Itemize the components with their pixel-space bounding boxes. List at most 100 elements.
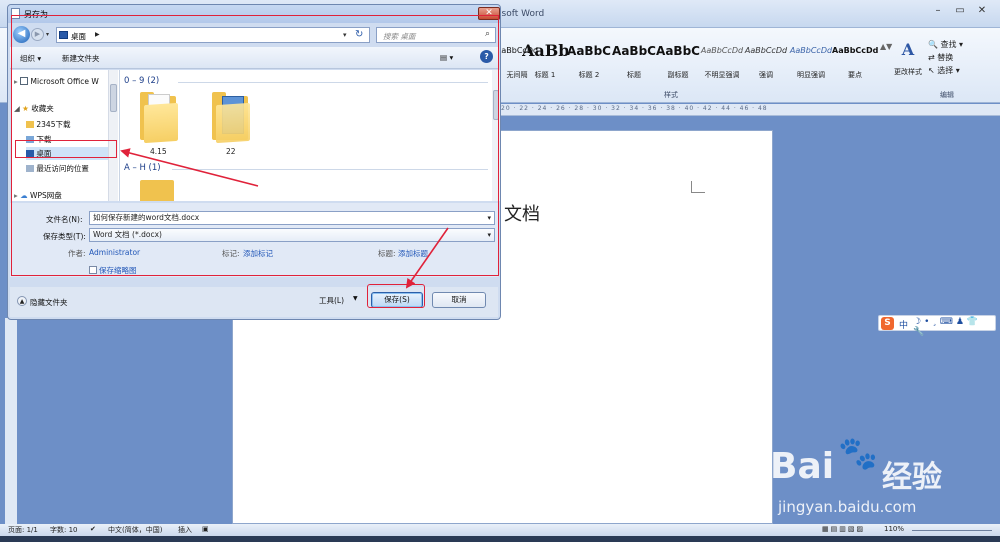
address-bar[interactable]: 桌面 ▶ ▾ ↻ — [56, 27, 370, 43]
breadcrumb-arrow-icon[interactable]: ▶ — [95, 31, 100, 38]
dialog-app-icon — [11, 8, 20, 19]
style-preview: AaBb — [522, 41, 568, 60]
add-title-link[interactable]: 添加标题 — [398, 248, 428, 259]
minimize-icon[interactable]: – — [928, 4, 948, 18]
office-icon — [20, 77, 29, 85]
proofing-icon[interactable]: ✔ — [90, 525, 96, 533]
nav-item-favorites[interactable]: ◢ ★ 收藏夹 — [12, 102, 112, 115]
status-page[interactable]: 页面: 1/1 — [8, 525, 38, 535]
forward-icon[interactable]: ▶ — [31, 28, 44, 41]
nav-item-wps[interactable]: ▸ ☁ WPS网盘 — [12, 189, 112, 202]
watermark-url: jingyan.baidu.com — [778, 498, 917, 516]
history-chevron-icon[interactable]: ▾ — [46, 31, 49, 38]
thumbnail-checkbox[interactable] — [89, 266, 97, 274]
filetype-label: 保存类型(T): — [43, 232, 86, 241]
group-divider — [172, 169, 488, 170]
status-zoom[interactable]: 110% — [884, 525, 904, 533]
scroll-thumb[interactable] — [110, 84, 117, 112]
filename-dropdown-icon[interactable]: ▾ — [487, 212, 491, 224]
style-strong[interactable]: AaBbCcDd 要点 — [832, 40, 878, 82]
folder-icon[interactable] — [210, 90, 252, 144]
ime-mode[interactable]: 中 — [899, 318, 908, 331]
status-words[interactable]: 字数: 10 — [50, 525, 78, 535]
style-subtle-emphasis[interactable]: AaBbCcDd 不明显强调 — [699, 40, 745, 82]
change-styles-icon: A — [901, 40, 915, 59]
file-list-scrollbar[interactable] — [492, 70, 500, 201]
nav-item-desktop[interactable]: 桌面 — [26, 147, 112, 160]
back-icon[interactable]: ◀ — [13, 26, 30, 43]
style-preview: AaBbCcDd — [832, 46, 878, 55]
filetype-dropdown-icon[interactable]: ▾ — [487, 229, 491, 241]
style-heading-2[interactable]: AaBbC 标题 2 — [566, 40, 612, 82]
collapse-icon[interactable]: ◢ — [14, 104, 20, 113]
zoom-slider[interactable] — [912, 530, 992, 531]
status-insert[interactable]: 插入 — [178, 525, 192, 535]
filename-input[interactable]: 如何保存新建的word文档.docx ▾ — [89, 211, 495, 225]
author-value[interactable]: Administrator — [89, 248, 140, 257]
folder-icon[interactable] — [140, 180, 174, 201]
group-header-ah[interactable]: A – H (1) — [124, 163, 161, 173]
refresh-icon[interactable]: ↻ — [355, 29, 363, 40]
change-styles-button[interactable]: A 更改样式 — [890, 40, 926, 90]
search-input[interactable]: 搜索 桌面 — [383, 31, 415, 42]
help-icon[interactable]: ? — [480, 50, 493, 63]
ime-tools-icon[interactable]: ☽•¸⌨♟👕🔧 — [913, 317, 995, 337]
filename-label: 文件名(N): — [46, 215, 83, 224]
style-intense-emphasis[interactable]: AaBbCcDd 明显强调 — [788, 40, 834, 82]
style-preview: AaBbCcDd — [700, 46, 744, 55]
view-icon[interactable]: ▤ ▾ — [440, 53, 453, 62]
filetype-select[interactable]: Word 文档 (*.docx) ▾ — [89, 228, 495, 242]
expand-icon[interactable]: ▸ — [14, 77, 18, 86]
document-text[interactable]: 文档 — [504, 200, 540, 226]
dialog-footer: ▲ 隐藏文件夹 工具(L) ▼ 保存(S) 取消 — [10, 287, 498, 317]
ime-toolbar[interactable]: S 中 ☽•¸⌨♟👕🔧 — [878, 315, 996, 337]
macro-icon[interactable]: ▣ — [202, 525, 209, 533]
group-divider — [178, 82, 488, 83]
maximize-icon[interactable]: ▭ — [950, 4, 970, 18]
replace-button[interactable]: ⇄ 替换 — [928, 51, 998, 64]
expand-icon[interactable]: ▸ — [14, 191, 18, 200]
group-header-digits[interactable]: 0 – 9 (2) — [124, 76, 159, 86]
cancel-button[interactable]: 取消 — [432, 292, 486, 308]
tools-dropdown-icon[interactable]: ▼ — [353, 295, 358, 302]
close-icon[interactable]: ✕ — [972, 4, 992, 18]
dialog-title: 另存为 — [24, 10, 48, 19]
nav-label: 下载 — [36, 135, 52, 144]
dialog-title-bar: 另存为 ✕ — [8, 5, 500, 23]
style-emphasis[interactable]: AaBbCcDd 强调 — [743, 40, 789, 82]
file-name[interactable]: 22 — [226, 147, 236, 156]
search-box[interactable]: 搜索 桌面 ⌕ — [376, 27, 496, 43]
address-dropdown-icon[interactable]: ▾ — [343, 31, 347, 39]
organize-button[interactable]: 组织 ▾ — [20, 53, 41, 64]
nav-item-office[interactable]: ▸ Microsoft Office W — [12, 75, 112, 88]
navigation-scrollbar[interactable] — [108, 70, 118, 201]
taskbar — [0, 536, 1000, 542]
status-language[interactable]: 中文(简体，中国) — [108, 525, 162, 535]
change-styles-label: 更改样式 — [894, 68, 922, 76]
add-tags-link[interactable]: 添加标记 — [243, 248, 273, 259]
horizontal-ruler[interactable]: 20 · 22 · 24 · 26 · 28 · 30 · 32 · 34 · … — [497, 104, 1000, 116]
style-title[interactable]: AaBbC 标题 — [611, 40, 657, 82]
view-buttons-icon[interactable]: ▦▤▥▧▨ — [822, 525, 865, 533]
hide-folders-link[interactable]: 隐藏文件夹 — [30, 297, 68, 308]
save-button[interactable]: 保存(S) — [371, 292, 423, 308]
find-button[interactable]: 🔍 查找 ▾ — [928, 38, 998, 51]
search-icon[interactable]: ⌕ — [485, 29, 490, 39]
scroll-thumb[interactable] — [493, 90, 499, 120]
collapse-up-icon[interactable]: ▲ — [17, 296, 27, 306]
file-list[interactable]: 0 – 9 (2) 4.15 22 A – H (1) — [120, 70, 492, 201]
dialog-close-icon[interactable]: ✕ — [478, 7, 500, 20]
folder-icon[interactable] — [138, 90, 180, 144]
thumbnail-label[interactable]: 保存缩略图 — [99, 265, 137, 276]
style-subtitle[interactable]: AaBbC 副标题 — [655, 40, 701, 82]
new-folder-button[interactable]: 新建文件夹 — [62, 53, 100, 64]
vertical-ruler[interactable] — [5, 318, 17, 524]
style-heading-1[interactable]: AaBb 标题 1 — [522, 40, 568, 82]
folder-icon — [26, 121, 34, 128]
nav-label: 最近访问的位置 — [36, 164, 89, 173]
tools-menu[interactable]: 工具(L) — [319, 295, 344, 306]
file-name[interactable]: 4.15 — [150, 147, 167, 156]
style-name: 标题 1 — [534, 71, 556, 79]
select-button[interactable]: ↖ 选择 ▾ — [928, 64, 998, 77]
status-bar: 页面: 1/1 字数: 10 ✔ 中文(简体，中国) 插入 ▣ ▦▤▥▧▨ 11… — [0, 524, 1000, 536]
